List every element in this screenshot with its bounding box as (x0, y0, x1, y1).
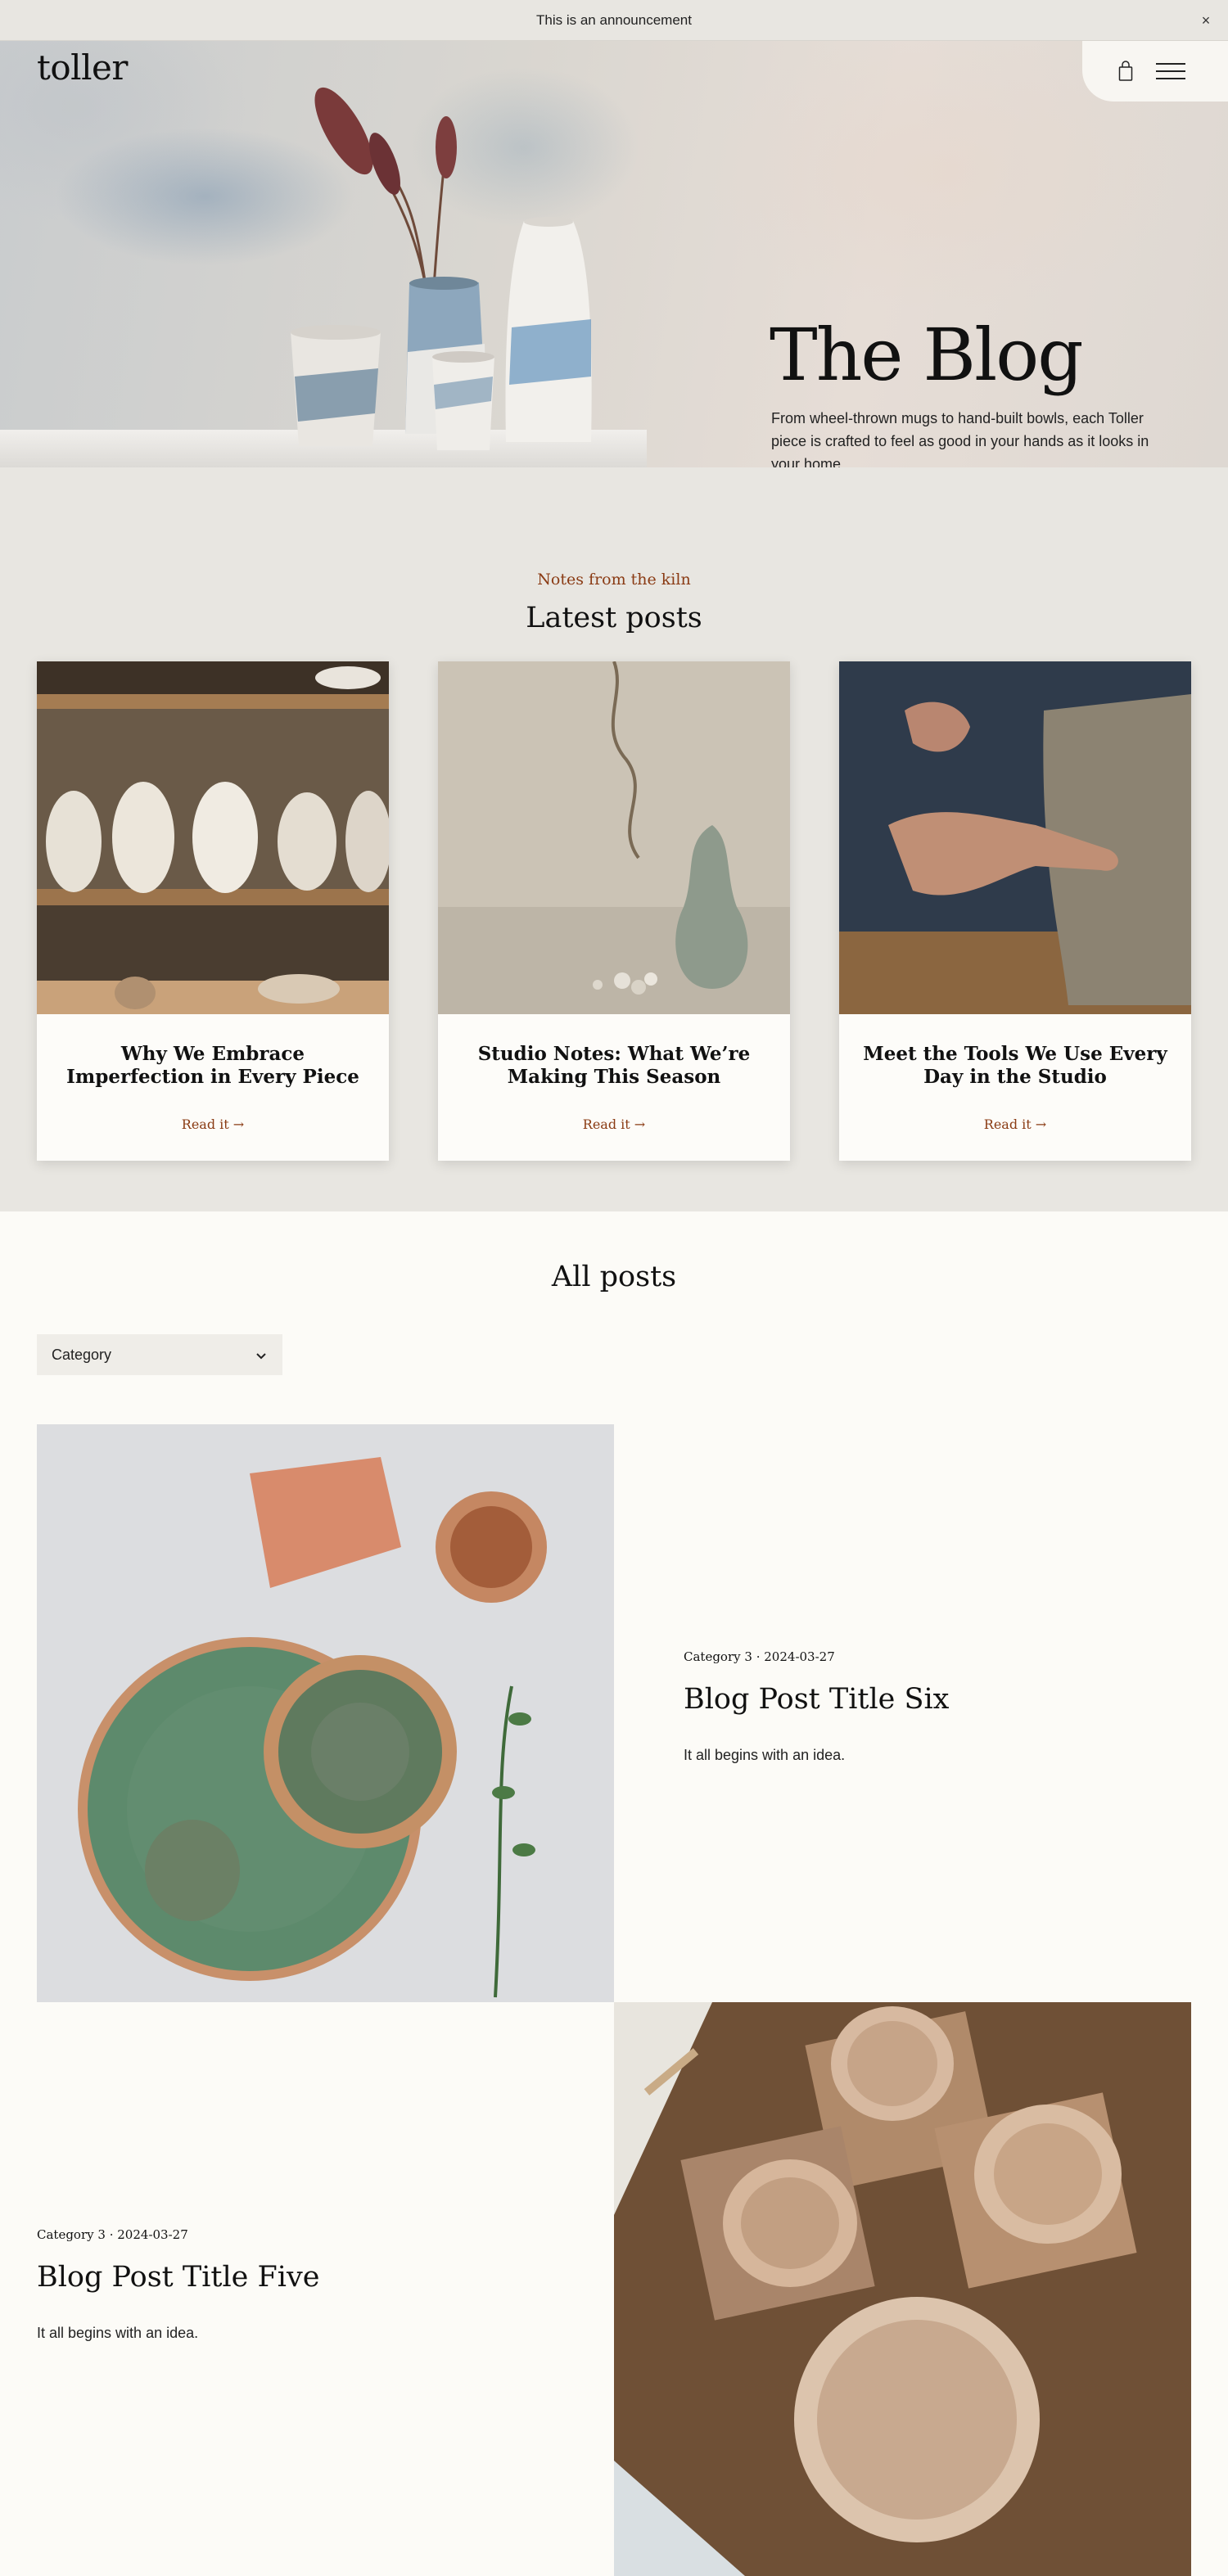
meta-separator: · (109, 2227, 114, 2242)
read-more-link[interactable]: Read it → (438, 1117, 790, 1132)
post-image[interactable] (37, 1424, 614, 2002)
hero-pottery-image (291, 87, 592, 450)
post-title[interactable]: Blog Post Title Five (37, 2261, 319, 2294)
post-card[interactable]: Meet the Tools We Use Every Day in the S… (839, 661, 1191, 1161)
post-card[interactable]: Why We Embrace Imperfection in Every Pie… (37, 661, 389, 1161)
post-date: 2024-03-27 (764, 1649, 835, 1664)
card-title[interactable]: Studio Notes: What We’re Making This Sea… (454, 1043, 774, 1089)
all-posts-title: All posts (551, 1261, 677, 1293)
latest-posts-section: Notes from the kiln Latest posts Why We … (0, 467, 1228, 1211)
site-logo[interactable]: toller (37, 47, 128, 88)
post-excerpt: It all begins with an idea. (684, 1747, 846, 1763)
announcement-text: This is an announcement (536, 11, 692, 28)
post-date: 2024-03-27 (117, 2227, 188, 2242)
hero-banner: The Blog From wheel-thrown mugs to hand-… (0, 41, 1228, 467)
category-filter-select[interactable]: Category (37, 1334, 282, 1375)
card-image (438, 661, 790, 1014)
bag-icon[interactable] (1118, 61, 1133, 82)
hero-subtitle: From wheel-thrown mugs to hand-built bow… (771, 410, 1149, 467)
post-image[interactable] (614, 2002, 1191, 2576)
read-more-link[interactable]: Read it → (37, 1117, 389, 1132)
section-title: Latest posts (526, 602, 702, 634)
hamburger-menu-icon[interactable] (1156, 61, 1185, 81)
post-card[interactable]: Studio Notes: What We’re Making This Sea… (438, 661, 790, 1161)
announcement-bar: This is an announcement × (0, 0, 1228, 41)
post-excerpt: It all begins with an idea. (37, 2325, 199, 2341)
post-category[interactable]: Category 3 (684, 1649, 752, 1664)
section-eyebrow: Notes from the kiln (537, 571, 691, 589)
post-meta: Category 3 · 2024-03-27 (37, 2227, 188, 2242)
card-image (37, 661, 389, 1014)
meta-separator: · (756, 1649, 761, 1664)
page-title: The Blog (770, 313, 1084, 397)
close-icon[interactable]: × (1195, 10, 1217, 31)
post-title[interactable]: Blog Post Title Six (684, 1683, 949, 1716)
post-category[interactable]: Category 3 (37, 2227, 106, 2242)
chevron-down-icon (256, 1347, 266, 1364)
card-image (839, 661, 1191, 1014)
header-actions (1082, 41, 1228, 102)
card-title[interactable]: Meet the Tools We Use Every Day in the S… (856, 1043, 1175, 1089)
card-title[interactable]: Why We Embrace Imperfection in Every Pie… (53, 1043, 372, 1089)
category-filter-label: Category (52, 1346, 112, 1363)
post-meta: Category 3 · 2024-03-27 (684, 1649, 835, 1664)
read-more-link[interactable]: Read it → (839, 1117, 1191, 1132)
